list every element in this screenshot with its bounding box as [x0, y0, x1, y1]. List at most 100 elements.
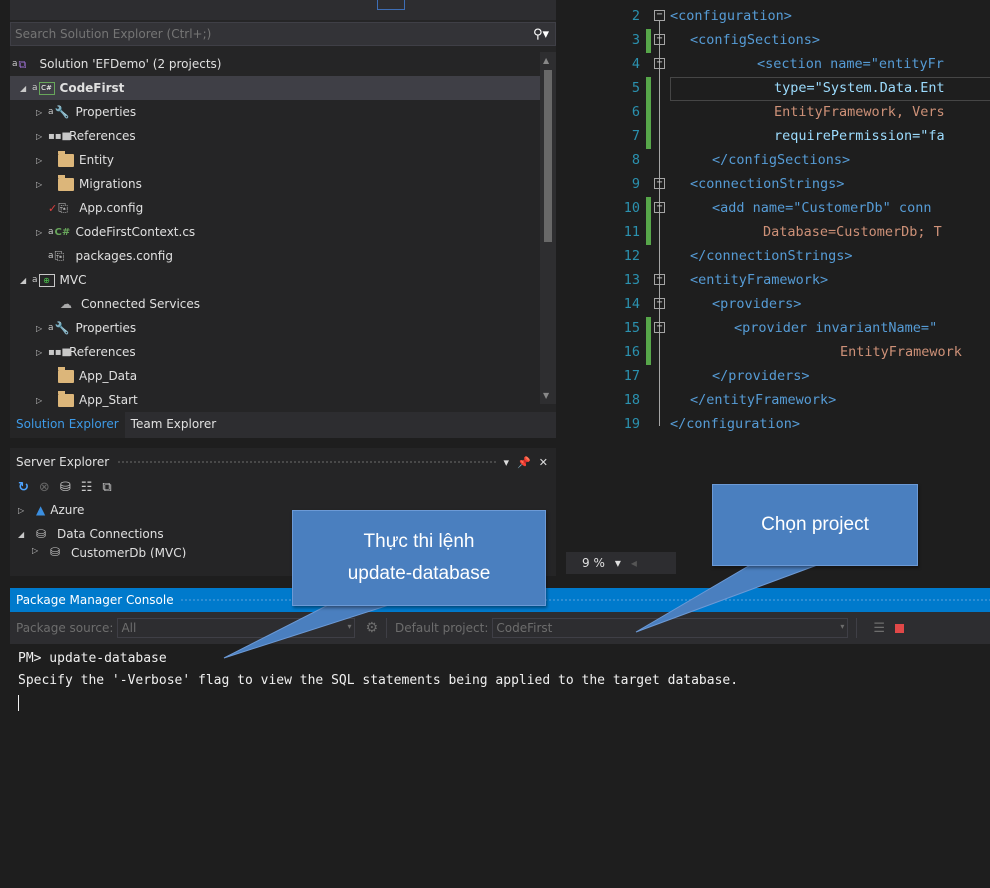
- fold-collapse-icon[interactable]: −: [654, 58, 665, 69]
- csharp-project-icon: C#: [38, 81, 55, 95]
- line-number: 2: [631, 8, 640, 24]
- expanded-arrow-icon[interactable]: ◢: [20, 84, 32, 93]
- expanded-arrow-icon[interactable]: ◢: [20, 276, 32, 285]
- console-line: Specify the '-Verbose' flag to view the …: [18, 673, 739, 688]
- scroll-left-icon[interactable]: ◂: [631, 556, 637, 570]
- tree-item-label: References: [69, 129, 136, 143]
- line-number: 9: [631, 176, 640, 192]
- tree-item-solution[interactable]: a ⧉ Solution 'EFDemo' (2 projects): [10, 52, 540, 76]
- code-editor[interactable]: 2 − <configuration> 3 − <configSections>…: [566, 0, 990, 550]
- tree-item-app-config[interactable]: ✓ ⎘ App.config: [10, 196, 540, 220]
- code-line: 10 − <add name="CustomerDb" conn: [566, 197, 990, 221]
- code-line: 11 Database=CustomerDb; T: [566, 221, 990, 245]
- lock-icon: a: [32, 275, 38, 285]
- tree-item-codefirst[interactable]: ◢ a C# CodeFirst: [10, 76, 540, 100]
- fold-collapse-icon[interactable]: −: [654, 202, 665, 213]
- code-line: 14 − <providers>: [566, 293, 990, 317]
- tree-item-app-data[interactable]: App_Data: [10, 364, 540, 388]
- console-output[interactable]: PM> update-database Specify the '-Verbos…: [10, 644, 990, 723]
- fold-collapse-icon[interactable]: −: [654, 274, 665, 285]
- tree-item-mvc[interactable]: ◢ a ⊕ MVC: [10, 268, 540, 292]
- code-text: Database=CustomerDb; T: [763, 224, 942, 240]
- references-icon: ▪▪■: [48, 346, 72, 358]
- fold-collapse-icon[interactable]: −: [654, 178, 665, 189]
- clear-console-icon[interactable]: ☰: [873, 621, 885, 636]
- collapsed-arrow-icon[interactable]: ▷: [36, 132, 48, 141]
- search-icon[interactable]: ⚲▾: [527, 27, 555, 42]
- tree-item-mvc-properties[interactable]: ▷ a 🔧 Properties: [10, 316, 540, 340]
- tree-item-codefirstcontext[interactable]: ▷ a C# CodeFirstContext.cs: [10, 220, 540, 244]
- tree-item-migrations[interactable]: ▷ Migrations: [10, 172, 540, 196]
- pmc-toolbar: Package source: All ▾ ⚙ Default project:…: [10, 612, 990, 644]
- tree-item-entity[interactable]: ▷ Entity: [10, 148, 540, 172]
- active-tab-marker: [377, 0, 405, 10]
- code-line: 13 − <entityFramework>: [566, 269, 990, 293]
- tree-item-label: App_Data: [79, 369, 138, 383]
- collapsed-arrow-icon[interactable]: ▷: [36, 324, 48, 333]
- code-line: 7 requirePermission="fa: [566, 125, 990, 149]
- connect-server-icon[interactable]: ☷: [81, 480, 93, 495]
- fold-collapse-icon[interactable]: −: [654, 34, 665, 45]
- zoom-dropdown-icon[interactable]: ▾: [615, 556, 621, 570]
- line-number: 19: [623, 416, 640, 432]
- collapsed-arrow-icon[interactable]: ▷: [36, 396, 48, 405]
- connect-database-icon[interactable]: ⛁: [60, 480, 71, 495]
- scroll-thumb[interactable]: [544, 70, 552, 242]
- collapsed-arrow-icon[interactable]: ▷: [18, 506, 30, 515]
- scroll-up-icon[interactable]: ▲: [543, 56, 549, 65]
- collapsed-arrow-icon[interactable]: ▷: [36, 348, 48, 357]
- collapsed-arrow-icon[interactable]: ▷: [36, 108, 48, 117]
- pin-icon[interactable]: 📌: [517, 456, 531, 469]
- code-text: type="System.Data.Ent: [774, 80, 945, 96]
- package-source-select[interactable]: All ▾: [117, 618, 356, 638]
- collapsed-arrow-icon[interactable]: ▷: [36, 228, 48, 237]
- config-file-icon: ⎘: [58, 200, 68, 215]
- solution-search-input[interactable]: [15, 27, 527, 41]
- code-text: <configSections>: [690, 32, 821, 48]
- fold-collapse-icon[interactable]: −: [654, 298, 665, 309]
- server-explorer-title: Server Explorer: [16, 455, 110, 469]
- tree-item-app-start[interactable]: ▷ App_Start: [10, 388, 540, 412]
- tree-item-label: CodeFirst: [59, 81, 125, 95]
- code-line: 3 − <configSections>: [566, 29, 990, 53]
- tab-team-explorer[interactable]: Team Explorer: [125, 412, 223, 438]
- stop-refresh-icon[interactable]: ⊗: [39, 480, 50, 495]
- tree-item-label: Properties: [75, 105, 137, 119]
- tree-item-references[interactable]: ▷ ▪▪■ References: [10, 124, 540, 148]
- solution-tree: a ⧉ Solution 'EFDemo' (2 projects) ◢ a C# C…: [10, 52, 540, 412]
- fold-collapse-icon[interactable]: −: [654, 322, 665, 333]
- line-number: 10: [623, 200, 640, 216]
- tree-item-packages-config[interactable]: a ⎘ packages.config: [10, 244, 540, 268]
- tab-solution-explorer[interactable]: Solution Explorer: [10, 412, 125, 438]
- change-marker: [646, 125, 651, 149]
- refresh-icon[interactable]: ↻: [18, 480, 29, 495]
- collapsed-arrow-icon[interactable]: ▷: [36, 156, 48, 165]
- toolbar-separator: [386, 618, 388, 638]
- callout-update-database: Thực thi lệnh update-database: [292, 510, 546, 606]
- close-icon[interactable]: ✕: [539, 456, 548, 469]
- default-project-select[interactable]: CodeFirst ▾: [492, 618, 849, 638]
- data-connections-icon: ⛁: [36, 526, 47, 541]
- tree-item-label: App.config: [79, 201, 144, 215]
- solution-vertical-scrollbar[interactable]: ▲ ▼: [540, 52, 556, 404]
- tree-item-mvc-references[interactable]: ▷ ▪▪■ References: [10, 340, 540, 364]
- collapsed-arrow-icon[interactable]: ▷: [36, 180, 48, 189]
- tree-item-properties[interactable]: ▷ a 🔧 Properties: [10, 100, 540, 124]
- tree-item-connected-services[interactable]: ☁ Connected Services: [10, 292, 540, 316]
- code-text: <add name="CustomerDb" conn: [712, 200, 932, 216]
- collapsed-arrow-icon[interactable]: ▷: [32, 546, 44, 555]
- solution-search-box[interactable]: ⚲▾: [10, 22, 556, 46]
- gear-icon[interactable]: ⚙: [365, 620, 378, 636]
- line-number: 7: [631, 128, 640, 144]
- zoom-level[interactable]: 9 %: [582, 556, 605, 570]
- azure-connect-icon[interactable]: ⧉: [102, 480, 111, 495]
- code-text: </connectionStrings>: [690, 248, 853, 264]
- scroll-down-icon[interactable]: ▼: [543, 391, 549, 400]
- dropdown-icon[interactable]: ▾: [504, 456, 510, 469]
- stop-icon[interactable]: [895, 623, 905, 633]
- code-text: <entityFramework>: [690, 272, 829, 288]
- expanded-arrow-icon[interactable]: ◢: [18, 530, 30, 539]
- fold-collapse-icon[interactable]: −: [654, 10, 665, 21]
- code-line: 5 type="System.Data.Ent: [566, 77, 990, 101]
- line-number: 5: [631, 80, 640, 96]
